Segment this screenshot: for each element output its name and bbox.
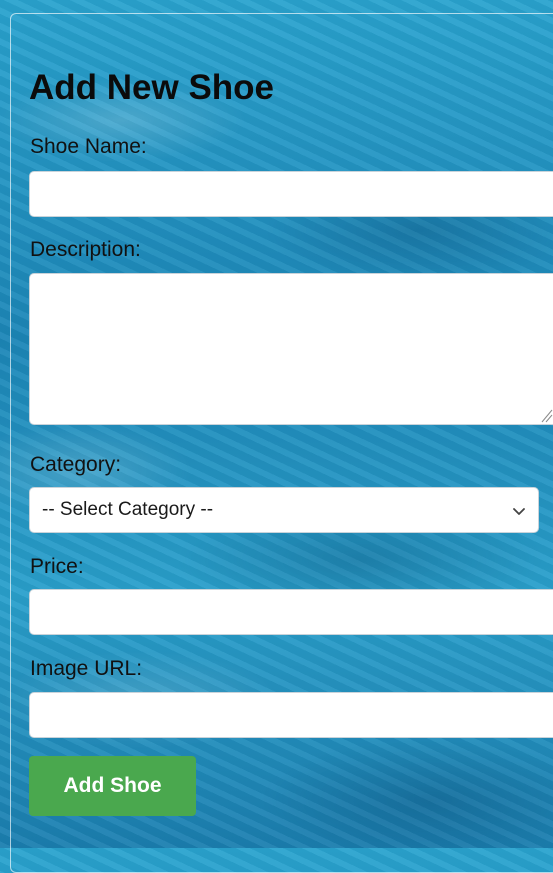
category-label: Category:: [30, 453, 122, 476]
description-label: Description:: [30, 238, 141, 261]
price-label: Price:: [30, 555, 84, 578]
category-select-value: -- Select Category --: [42, 499, 214, 520]
chevron-down-icon: [513, 508, 525, 515]
description-textarea[interactable]: [29, 273, 553, 425]
image-url-input[interactable]: [29, 692, 553, 738]
category-select[interactable]: -- Select Category --: [29, 487, 539, 533]
form-title: Add New Shoe: [29, 68, 275, 107]
shoe-name-label: Shoe Name:: [30, 135, 147, 158]
shoe-name-input[interactable]: [29, 171, 553, 217]
image-url-label: Image URL:: [30, 657, 143, 680]
add-shoe-button[interactable]: Add Shoe: [29, 756, 196, 816]
price-input[interactable]: [29, 589, 553, 635]
